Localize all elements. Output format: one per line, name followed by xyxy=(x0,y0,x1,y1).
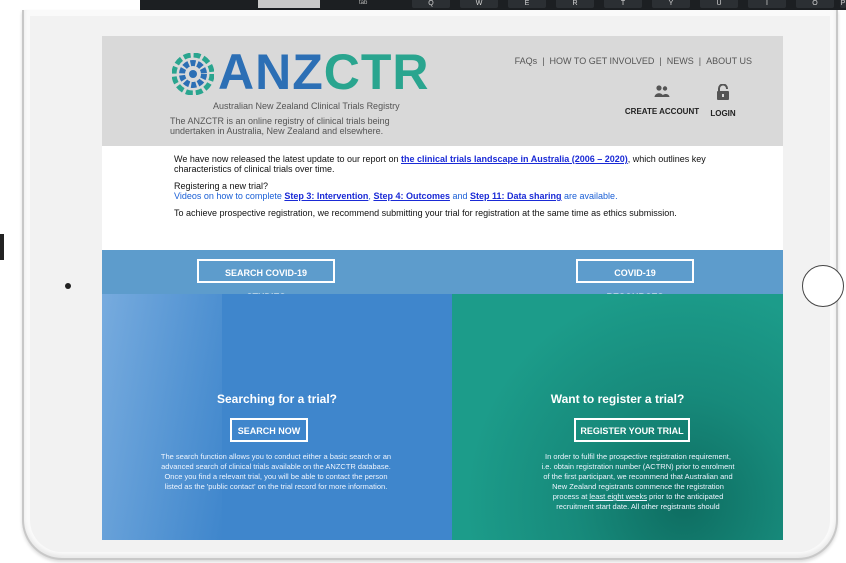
logo-part-ctr: CTR xyxy=(323,44,430,100)
nav-faqs[interactable]: FAQs xyxy=(515,56,538,66)
register-panel: Want to register a trial? REGISTER YOUR … xyxy=(452,294,783,540)
create-account-link[interactable]: CREATE ACCOUNT xyxy=(624,84,700,116)
tablet-screen: ANZCTR Australian New Zealand Clinical T… xyxy=(102,36,783,540)
key-w: W xyxy=(460,0,498,8)
search-panel-description: The search function allows you to conduc… xyxy=(160,452,392,491)
trackpad-edge xyxy=(258,0,320,8)
register-panel-title: Want to register a trial? xyxy=(550,392,685,406)
covid-bar: SEARCH COVID-19 STUDIES COVID-19 RESOURC… xyxy=(102,250,783,302)
search-now-button[interactable]: SEARCH NOW xyxy=(230,418,308,442)
step3-video-link[interactable]: Step 3: Intervention xyxy=(284,191,368,201)
home-button[interactable] xyxy=(802,265,844,307)
nav-separator: | xyxy=(659,56,662,66)
camera-dot xyxy=(65,283,71,289)
site-tagline: The ANZCTR is an online registry of clin… xyxy=(170,116,390,136)
key-u: U xyxy=(700,0,738,8)
key-q: Q xyxy=(412,0,450,8)
search-panel-title: Searching for a trial? xyxy=(216,392,338,406)
step11-video-link[interactable]: Step 11: Data sharing xyxy=(470,191,562,201)
key-t: T xyxy=(604,0,642,8)
covid-resources-button[interactable]: COVID-19 RESOURCES xyxy=(576,259,694,302)
nav-how-to-get-involved[interactable]: HOW TO GET INVOLVED xyxy=(550,56,655,66)
login-link[interactable]: LOGIN xyxy=(708,83,738,118)
landscape-report-link[interactable]: the clinical trials landscape in Austral… xyxy=(401,154,628,164)
videos-text: Videos on how to complete xyxy=(174,191,285,201)
login-label: LOGIN xyxy=(710,109,736,118)
nav-news[interactable]: NEWS xyxy=(667,56,694,66)
key-p: P xyxy=(840,0,846,8)
top-navigation: FAQs | HOW TO GET INVOLVED | NEWS | ABOU… xyxy=(482,56,752,66)
registering-question: Registering a new trial? xyxy=(174,181,269,191)
step4-video-link[interactable]: Step 4: Outcomes xyxy=(373,191,450,201)
key-o: O xyxy=(796,0,834,8)
search-panel-photo xyxy=(102,294,222,540)
videos-text-end: are available. xyxy=(561,191,618,201)
announcements: We have now released the latest update t… xyxy=(174,154,754,225)
key-i: I xyxy=(748,0,786,8)
eight-weeks-link[interactable]: least eight weeks xyxy=(589,492,647,501)
announcement-report: We have now released the latest update t… xyxy=(174,154,754,174)
keyboard-strip: tab Q W E R T Y U I O P xyxy=(140,0,846,10)
tab-key-label: tab xyxy=(359,0,368,6)
site-logo-wordmark[interactable]: ANZCTR xyxy=(218,46,430,98)
site-subtitle: Australian New Zealand Clinical Trials R… xyxy=(213,101,400,111)
background-edge xyxy=(0,234,4,260)
lock-icon xyxy=(708,83,738,105)
anzctr-logo-icon[interactable] xyxy=(172,53,214,95)
nav-about-us[interactable]: ABOUT US xyxy=(706,56,752,66)
key-r: R xyxy=(556,0,594,8)
videos-separator: and xyxy=(449,191,470,201)
search-covid-studies-button[interactable]: SEARCH COVID-19 STUDIES xyxy=(197,259,335,302)
register-panel-description: In order to fulfil the prospective regis… xyxy=(540,452,736,512)
create-account-label: CREATE ACCOUNT xyxy=(624,107,700,116)
announcement-prospective: To achieve prospective registration, we … xyxy=(174,208,677,218)
search-panel: Searching for a trial? SEARCH NOW The se… xyxy=(102,294,452,540)
nav-separator: | xyxy=(698,56,702,66)
logo-part-anz: ANZ xyxy=(218,44,324,100)
announcement-videos: Registering a new trial? Videos on how to… xyxy=(174,181,754,201)
register-your-trial-button[interactable]: REGISTER YOUR TRIAL xyxy=(574,418,690,442)
announcement-report-text: We have now released the latest update t… xyxy=(174,154,401,164)
key-e: E xyxy=(508,0,546,8)
key-y: Y xyxy=(652,0,690,8)
site-header: ANZCTR Australian New Zealand Clinical T… xyxy=(102,36,783,146)
users-icon xyxy=(624,84,700,103)
nav-separator: | xyxy=(542,56,545,66)
